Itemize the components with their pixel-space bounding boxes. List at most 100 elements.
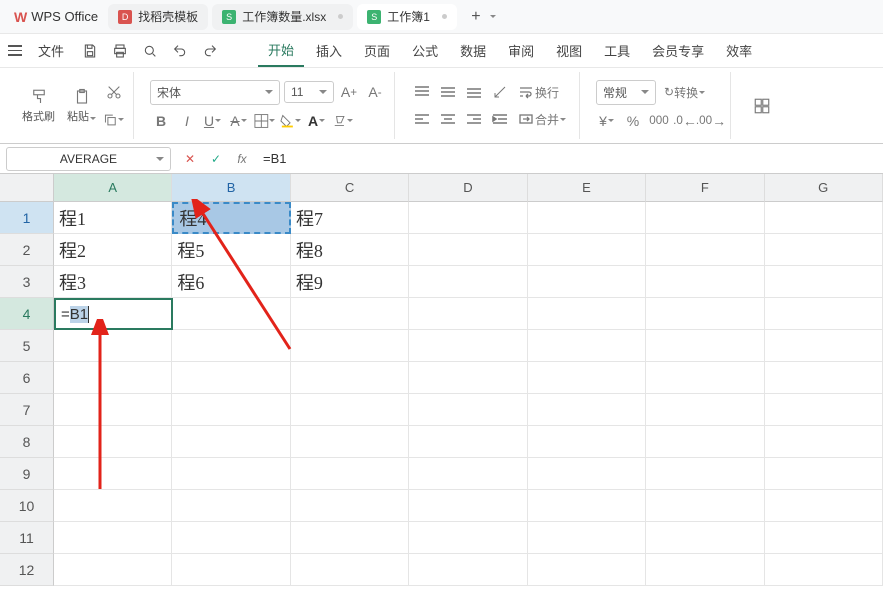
thousands-button[interactable]: 000 bbox=[648, 110, 670, 132]
indent-button[interactable] bbox=[489, 108, 511, 130]
cell-d5[interactable] bbox=[409, 330, 527, 362]
menu-data[interactable]: 数据 bbox=[450, 35, 496, 66]
cell-b4[interactable] bbox=[173, 298, 291, 330]
cell-a9[interactable] bbox=[54, 458, 172, 490]
col-header-e[interactable]: E bbox=[528, 174, 646, 202]
name-box[interactable]: AVERAGE bbox=[6, 147, 171, 171]
cell-d11[interactable] bbox=[409, 522, 527, 554]
cell-e7[interactable] bbox=[528, 394, 646, 426]
cell-b10[interactable] bbox=[172, 490, 290, 522]
row-header-8[interactable]: 8 bbox=[0, 426, 54, 458]
menu-formula[interactable]: 公式 bbox=[402, 35, 448, 66]
clear-format-button[interactable] bbox=[332, 110, 354, 132]
undo-button[interactable] bbox=[166, 37, 194, 65]
cell-f11[interactable] bbox=[646, 522, 764, 554]
font-size-select[interactable]: 11 bbox=[284, 81, 334, 103]
decrease-decimal-button[interactable]: .0← bbox=[674, 110, 696, 132]
cell-b12[interactable] bbox=[172, 554, 290, 586]
col-header-d[interactable]: D bbox=[409, 174, 527, 202]
cancel-formula-button[interactable]: ✕ bbox=[179, 148, 201, 170]
cell-c6[interactable] bbox=[291, 362, 409, 394]
menu-home[interactable]: 开始 bbox=[258, 34, 304, 67]
align-bottom-button[interactable] bbox=[463, 81, 485, 103]
formula-input[interactable]: =B1 bbox=[255, 151, 883, 166]
cell-b6[interactable] bbox=[172, 362, 290, 394]
align-top-button[interactable] bbox=[411, 81, 433, 103]
cell-d1[interactable] bbox=[409, 202, 527, 234]
border-button[interactable] bbox=[254, 110, 276, 132]
cell-g3[interactable] bbox=[765, 266, 883, 298]
row-header-1[interactable]: 1 bbox=[0, 202, 54, 234]
cell-c5[interactable] bbox=[291, 330, 409, 362]
cell-e2[interactable] bbox=[528, 234, 646, 266]
cell-g5[interactable] bbox=[765, 330, 883, 362]
cell-f12[interactable] bbox=[646, 554, 764, 586]
percent-button[interactable]: % bbox=[622, 110, 644, 132]
align-left-button[interactable] bbox=[411, 108, 433, 130]
cell-a11[interactable] bbox=[54, 522, 172, 554]
align-center-button[interactable] bbox=[437, 108, 459, 130]
menu-efficiency[interactable]: 效率 bbox=[716, 35, 762, 66]
cell-g10[interactable] bbox=[765, 490, 883, 522]
confirm-formula-button[interactable]: ✓ bbox=[205, 148, 227, 170]
number-format-select[interactable]: 常规 bbox=[596, 80, 656, 105]
cell-a2[interactable]: 程2 bbox=[54, 234, 172, 266]
cell-a1[interactable]: 程1 bbox=[54, 202, 172, 234]
cell-g7[interactable] bbox=[765, 394, 883, 426]
cell-d6[interactable] bbox=[409, 362, 527, 394]
cell-f2[interactable] bbox=[646, 234, 764, 266]
cell-d7[interactable] bbox=[409, 394, 527, 426]
cell-c3[interactable]: 程9 bbox=[291, 266, 409, 298]
cell-e5[interactable] bbox=[528, 330, 646, 362]
menu-file[interactable]: 文件 bbox=[28, 35, 74, 66]
cell-c12[interactable] bbox=[291, 554, 409, 586]
cell-d10[interactable] bbox=[409, 490, 527, 522]
wrap-text-button[interactable]: 换行 bbox=[515, 81, 563, 103]
bold-button[interactable]: B bbox=[150, 110, 172, 132]
cell-f4[interactable] bbox=[646, 298, 764, 330]
tab-list-dropdown[interactable] bbox=[489, 15, 497, 18]
cell-e8[interactable] bbox=[528, 426, 646, 458]
col-header-a[interactable]: A bbox=[54, 174, 172, 202]
underline-button[interactable]: U bbox=[202, 110, 224, 132]
font-color-button[interactable]: A bbox=[306, 110, 328, 132]
copy-button[interactable] bbox=[103, 109, 125, 131]
cell-g4[interactable] bbox=[765, 298, 883, 330]
cell-b11[interactable] bbox=[172, 522, 290, 554]
cell-g8[interactable] bbox=[765, 426, 883, 458]
cell-g6[interactable] bbox=[765, 362, 883, 394]
col-header-f[interactable]: F bbox=[646, 174, 764, 202]
row-header-5[interactable]: 5 bbox=[0, 330, 54, 362]
tab-dockshell-templates[interactable]: D 找稻壳模板 bbox=[108, 4, 208, 30]
cell-b9[interactable] bbox=[172, 458, 290, 490]
cut-button[interactable] bbox=[103, 81, 125, 103]
italic-button[interactable]: I bbox=[176, 110, 198, 132]
cell-g12[interactable] bbox=[765, 554, 883, 586]
cell-b7[interactable] bbox=[172, 394, 290, 426]
tab-workbook-count[interactable]: S 工作簿数量.xlsx bbox=[212, 4, 353, 30]
redo-button[interactable] bbox=[196, 37, 224, 65]
decrease-font-button[interactable]: A- bbox=[364, 81, 386, 103]
cell-e11[interactable] bbox=[528, 522, 646, 554]
font-name-select[interactable]: 宋体 bbox=[150, 80, 280, 105]
cell-c8[interactable] bbox=[291, 426, 409, 458]
cell-d3[interactable] bbox=[409, 266, 527, 298]
cell-e3[interactable] bbox=[528, 266, 646, 298]
cell-d12[interactable] bbox=[409, 554, 527, 586]
row-header-2[interactable]: 2 bbox=[0, 234, 54, 266]
col-header-g[interactable]: G bbox=[765, 174, 883, 202]
cell-d2[interactable] bbox=[409, 234, 527, 266]
strikethrough-button[interactable]: A bbox=[228, 110, 250, 132]
print-preview-button[interactable] bbox=[136, 37, 164, 65]
cell-d8[interactable] bbox=[409, 426, 527, 458]
paste-button[interactable]: 粘贴 bbox=[61, 85, 103, 127]
cell-c11[interactable] bbox=[291, 522, 409, 554]
cell-f5[interactable] bbox=[646, 330, 764, 362]
align-right-button[interactable] bbox=[463, 108, 485, 130]
cell-f10[interactable] bbox=[646, 490, 764, 522]
cell-c2[interactable]: 程8 bbox=[291, 234, 409, 266]
col-header-b[interactable]: B bbox=[172, 174, 290, 202]
cell-b1[interactable]: 程4 bbox=[172, 202, 291, 234]
format-painter-button[interactable]: 格式刷 bbox=[16, 85, 61, 127]
cell-g9[interactable] bbox=[765, 458, 883, 490]
